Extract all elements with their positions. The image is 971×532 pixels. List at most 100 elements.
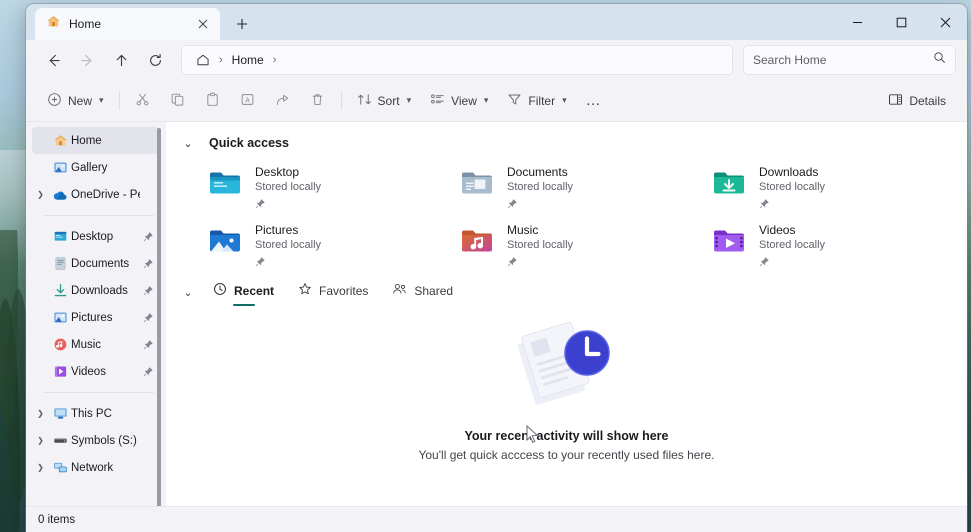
item-name: Pictures	[255, 223, 299, 237]
pin-icon[interactable]	[140, 285, 156, 296]
sidebar-item-videos[interactable]: Videos	[32, 358, 160, 385]
quick-access-item-downloads[interactable]: Downloads Stored locally	[703, 158, 955, 210]
chevron-right-icon[interactable]: ❯	[32, 463, 49, 472]
quick-access-item-desktop[interactable]: Desktop Stored locally	[199, 158, 451, 210]
sidebar-item-label: Downloads	[71, 284, 128, 297]
minimize-button[interactable]	[835, 4, 879, 40]
toolbar-divider-2	[340, 91, 342, 110]
maximize-button[interactable]	[879, 4, 923, 40]
folder-music-icon	[459, 223, 495, 259]
sidebar-item-gallery[interactable]: Gallery	[32, 154, 160, 181]
share-icon	[275, 92, 290, 110]
chevron-right-icon[interactable]: ❯	[32, 190, 49, 199]
sidebar-item-label: Desktop	[71, 230, 114, 243]
sort-button[interactable]: Sort ▾	[348, 86, 421, 116]
overflow-button[interactable]: …	[577, 86, 611, 116]
quick-access-item-documents[interactable]: Documents Stored locally	[451, 158, 703, 210]
item-status: Stored locally	[759, 239, 826, 251]
cut-button[interactable]	[126, 86, 160, 116]
sidebar-item-symbols-drive[interactable]: ❯ Symbols (S:)	[32, 427, 160, 454]
quick-access-item-text: Pictures Stored locally	[255, 222, 321, 272]
tab-favorites[interactable]: Favorites	[288, 278, 378, 306]
view-button-label: View	[451, 93, 477, 108]
pin-icon	[255, 196, 321, 214]
pin-icon[interactable]	[140, 339, 156, 350]
sidebar-divider	[44, 215, 154, 216]
documents-clock-illustration	[507, 317, 627, 413]
folder-documents-icon	[459, 165, 495, 201]
up-button[interactable]	[105, 45, 137, 75]
paste-button[interactable]	[196, 86, 230, 116]
downloads-icon	[49, 283, 71, 298]
tab-recent[interactable]: Recent	[203, 278, 284, 306]
pin-icon[interactable]	[140, 312, 156, 323]
sidebar-item-label: Network	[71, 461, 114, 474]
pin-icon[interactable]	[140, 258, 156, 269]
sidebar-scrollbar-thumb[interactable]	[156, 128, 161, 506]
delete-button[interactable]	[301, 86, 335, 116]
command-bar: New ▾ A Sort ▾ View ▾ Filter ▾ … Details	[26, 80, 967, 122]
breadcrumb-separator: ›	[219, 54, 223, 66]
pin-icon	[759, 254, 825, 272]
quick-access-item-videos[interactable]: Videos Stored locally	[703, 216, 955, 268]
file-tabs: ⌄ Recent Favorites Shared	[166, 268, 967, 306]
people-icon	[392, 282, 407, 299]
forward-button[interactable]	[71, 45, 103, 75]
sidebar-item-onedrive[interactable]: ❯ OneDrive - Pers	[32, 181, 160, 208]
back-button[interactable]	[37, 45, 69, 75]
rename-button[interactable]: A	[231, 86, 265, 116]
tab-home[interactable]: Home	[35, 8, 220, 40]
chevron-right-icon[interactable]: ❯	[32, 409, 49, 418]
breadcrumb-item-home[interactable]: Home	[226, 50, 270, 70]
details-pane-button[interactable]: Details	[879, 86, 955, 116]
search-icon[interactable]	[933, 51, 946, 69]
sidebar-item-network[interactable]: ❯ Network	[32, 454, 160, 481]
search-input[interactable]	[753, 53, 927, 67]
status-bar: 0 items	[26, 506, 967, 532]
pin-icon[interactable]	[140, 366, 156, 377]
quick-access-item-pictures[interactable]: Pictures Stored locally	[199, 216, 451, 268]
filter-button[interactable]: Filter ▾	[498, 86, 575, 116]
sidebar-item-music[interactable]: Music	[32, 331, 160, 358]
copy-button[interactable]	[161, 86, 195, 116]
filter-icon	[507, 92, 522, 110]
videos-icon	[49, 364, 71, 379]
item-name: Documents	[507, 165, 568, 179]
pin-icon	[507, 196, 573, 214]
tab-shared[interactable]: Shared	[382, 278, 463, 306]
new-tab-button[interactable]	[228, 10, 256, 38]
item-status: Stored locally	[507, 239, 574, 251]
new-button[interactable]: New ▾	[38, 86, 113, 116]
chevron-down-icon: ▾	[483, 95, 489, 105]
view-icon	[430, 92, 445, 110]
tab-label: Recent	[234, 283, 275, 298]
chevron-right-icon[interactable]: ❯	[32, 436, 49, 445]
quick-access-grid: Desktop Stored locally Documents Stored …	[166, 156, 967, 268]
chevron-down-icon[interactable]: ⌄	[177, 137, 199, 150]
refresh-button[interactable]	[139, 45, 171, 75]
new-button-label: New	[68, 93, 93, 108]
sidebar-item-home[interactable]: Home	[32, 127, 160, 154]
sidebar-item-desktop[interactable]: Desktop	[32, 223, 160, 250]
sidebar-scrollbar[interactable]	[155, 128, 162, 506]
sidebar-item-documents[interactable]: Documents	[32, 250, 160, 277]
close-tab-icon[interactable]	[192, 13, 214, 35]
view-button[interactable]: View ▾	[421, 86, 497, 116]
pin-icon	[507, 254, 573, 272]
network-icon	[49, 460, 71, 475]
chevron-down-icon[interactable]: ⌄	[177, 286, 199, 299]
breadcrumb-separator-end[interactable]: ›	[272, 54, 278, 66]
search-box[interactable]	[743, 45, 956, 75]
sidebar-item-pictures[interactable]: Pictures	[32, 304, 160, 331]
share-button[interactable]	[266, 86, 300, 116]
folder-downloads-icon	[711, 165, 747, 201]
desktop-wallpaper-foliage	[0, 230, 26, 532]
quick-access-item-music[interactable]: Music Stored locally	[451, 216, 703, 268]
drive-icon	[49, 433, 71, 448]
close-button[interactable]	[923, 4, 967, 40]
pin-icon[interactable]	[140, 231, 156, 242]
sidebar-item-this-pc[interactable]: ❯ This PC	[32, 400, 160, 427]
breadcrumb-home-icon[interactable]	[190, 50, 216, 70]
sidebar-item-downloads[interactable]: Downloads	[32, 277, 160, 304]
quick-access-header[interactable]: ⌄ Quick access	[166, 132, 967, 154]
